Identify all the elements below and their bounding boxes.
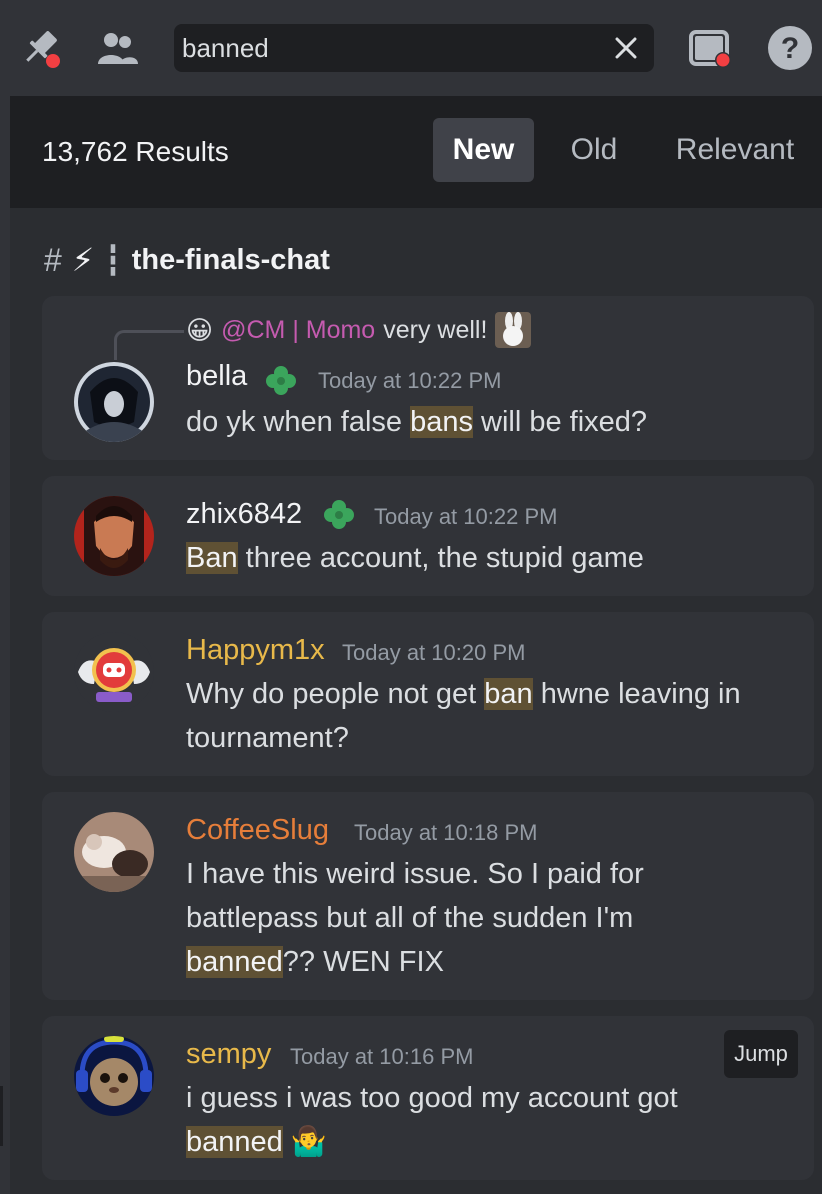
search-highlight: Ban <box>186 542 238 574</box>
jump-button[interactable]: Jump <box>724 1030 798 1078</box>
inbox-icon[interactable] <box>686 24 734 72</box>
search-highlight: ban <box>484 678 533 710</box>
reply-text: very well! <box>383 315 488 344</box>
avatar[interactable] <box>74 496 154 576</box>
search-highlight: bans <box>410 406 473 438</box>
avatar[interactable] <box>74 812 154 892</box>
tab-relevant[interactable]: Relevant <box>660 118 810 182</box>
message-text: I have this weird issue. So I paid for b… <box>186 858 644 978</box>
search-result-card[interactable]: CoffeeSlug Today at 10:18 PM I have this… <box>42 792 814 1000</box>
reply-connector <box>114 330 184 360</box>
clover-badge-icon <box>262 362 300 400</box>
search-result-card[interactable]: 😀 @CM | Momo very well! bella Today at 1… <box>42 296 814 460</box>
message-text: i guess i was too good my account got ba… <box>186 1082 678 1158</box>
timestamp[interactable]: Today at 10:22 PM <box>374 504 557 530</box>
username[interactable]: CoffeeSlug <box>186 814 329 847</box>
avatar[interactable] <box>74 1036 154 1116</box>
reply-mention[interactable]: @CM | Momo <box>221 316 375 345</box>
tab-old[interactable]: Old <box>554 118 634 182</box>
results-header: 13,762 Results New Old Relevant <box>10 96 822 208</box>
channel-name: the-finals-chat <box>131 243 330 276</box>
search-highlight: banned <box>186 946 283 978</box>
lightning-emoji: ⚡ <box>71 242 95 278</box>
username[interactable]: bella <box>186 360 247 393</box>
username[interactable]: Happym1x <box>186 634 325 667</box>
search-result-card[interactable]: Happym1x Today at 10:20 PM Why do people… <box>42 612 814 776</box>
avatar[interactable] <box>74 362 154 442</box>
bunny-image <box>495 312 532 348</box>
hash-icon: # <box>44 241 62 278</box>
message-text: Ban three account, the stupid game <box>186 542 644 574</box>
clover-badge-icon <box>320 496 358 534</box>
search-box[interactable] <box>174 24 654 72</box>
shrug-emoji: 🤷‍♂️ <box>282 1126 327 1158</box>
search-result-card[interactable]: sempy Today at 10:16 PM Jump i guess i w… <box>42 1016 814 1180</box>
avatar[interactable] <box>74 632 154 712</box>
results-count: 13,762 Results <box>42 136 229 167</box>
channel-header[interactable]: # ⚡ ┇ the-finals-chat <box>44 238 330 282</box>
channel-separator: ┇ <box>104 244 122 277</box>
help-icon[interactable]: ? <box>766 24 814 72</box>
search-result-card[interactable]: zhix6842 Today at 10:22 PM Ban three acc… <box>42 476 814 596</box>
reply-preview[interactable]: 😀 @CM | Momo very well! <box>186 312 532 348</box>
top-toolbar: ? <box>0 0 822 96</box>
search-input[interactable] <box>182 24 602 72</box>
search-highlight: banned <box>186 1126 283 1158</box>
username[interactable]: zhix6842 <box>186 498 302 531</box>
svg-text:?: ? <box>781 32 799 65</box>
timestamp[interactable]: Today at 10:16 PM <box>290 1044 473 1070</box>
close-icon[interactable] <box>612 34 640 62</box>
username[interactable]: sempy <box>186 1038 271 1071</box>
timestamp[interactable]: Today at 10:18 PM <box>354 820 537 846</box>
left-strip <box>0 96 10 1194</box>
members-icon[interactable] <box>94 24 142 72</box>
timestamp[interactable]: Today at 10:20 PM <box>342 640 525 666</box>
pin-icon[interactable] <box>16 24 64 72</box>
message-text: do yk when false bans will be fixed? <box>186 406 648 438</box>
reply-avatar-emoji: 😀 <box>186 314 214 345</box>
timestamp[interactable]: Today at 10:22 PM <box>318 368 501 394</box>
message-text: Why do people not get ban hwne leaving i… <box>186 678 741 754</box>
tab-new[interactable]: New <box>433 118 534 182</box>
